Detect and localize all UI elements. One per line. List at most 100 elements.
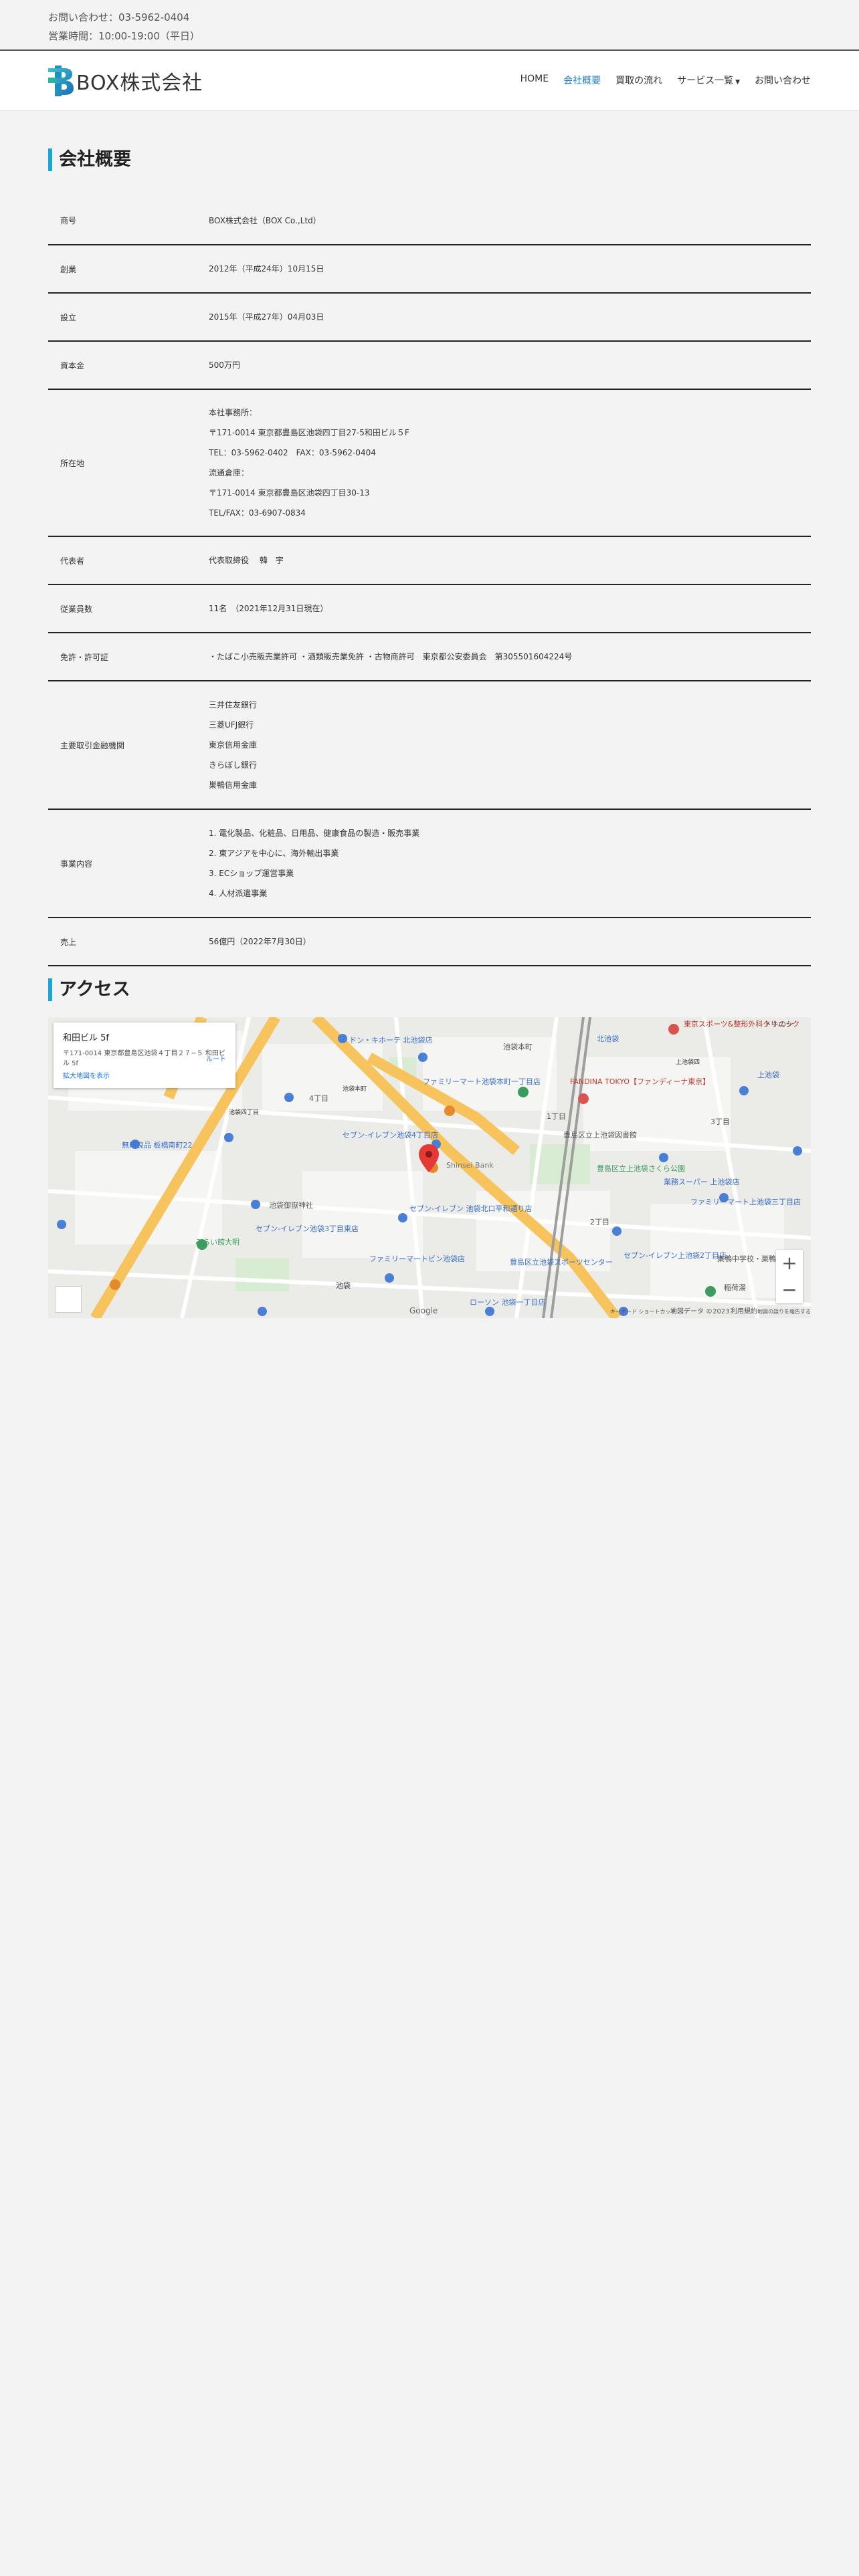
map-label: 池袋御嶽神社	[269, 1200, 313, 1210]
map-label: 豊島区立上池袋さくら公園	[597, 1164, 685, 1173]
map-label: 無印良品 板橋南町22	[122, 1140, 193, 1150]
map-label: ローソン 池袋一丁目店	[470, 1297, 546, 1307]
table-row: 事業内容 1. 電化製品、化粧品、日用品、健康食品の製造・販売事業 2. 東アジ…	[48, 809, 811, 918]
value-line: 2012年（平成24年）10月15日	[209, 264, 324, 274]
row-value: BOX株式会社（BOX Co.,Ltd）	[197, 197, 811, 245]
value-line: 代表取締役 韓 宇	[209, 556, 284, 565]
route-link[interactable]: ルート	[206, 1053, 226, 1063]
contact-phone: お問い合わせ：03-5962-0404	[48, 11, 190, 23]
row-label: 免許・許可証	[48, 633, 197, 681]
value-line: 2. 東アジアを中心に、海外輸出事業	[209, 849, 339, 858]
map-info-box: 和田ビル 5f 〒171-0014 東京都豊島区池袋４丁目２７−５ 和田ビル 5…	[54, 1023, 235, 1088]
nav-contact[interactable]: お問い合わせ	[755, 74, 811, 87]
map-label: 池袋本町	[503, 1042, 533, 1051]
nav-services-label: サービス一覧	[677, 76, 734, 86]
table-row: 商号 BOX株式会社（BOX Co.,Ltd）	[48, 197, 811, 245]
nav-flow[interactable]: 買取の流れ	[615, 74, 662, 87]
row-label: 所在地	[48, 389, 197, 537]
table-row: 所在地 本社事務所： 〒171-0014 東京都豊島区池袋四丁目27-5和田ビル…	[48, 389, 811, 537]
table-row: 売上 56億円（2022年7月30日）	[48, 918, 811, 966]
row-value: 2015年（平成27年）04月03日	[197, 293, 811, 342]
value-line: 三井住友銀行	[209, 700, 258, 710]
value-line: きらぼし銀行	[209, 760, 258, 770]
value-line: TEL：03-5962-0402 FAX：03-5962-0404	[209, 448, 376, 457]
site-logo[interactable]: BOX株式会社	[48, 66, 203, 96]
value-line: 巣鴨信用金庫	[209, 780, 258, 790]
row-label: 売上	[48, 918, 197, 966]
map-label: 池袋本町	[343, 1085, 367, 1093]
map-label: ドン・キホーテ 北池袋店	[349, 1035, 433, 1045]
top-info-bar: お問い合わせ：03-5962-0404 営業時間：10:00-19:00（平日）	[0, 0, 859, 51]
row-value: 500万円	[197, 341, 811, 390]
value-line: 56億円（2022年7月30日）	[209, 937, 311, 946]
nav-services[interactable]: サービス一覧 ▼	[677, 74, 740, 87]
row-value: 三井住友銀行 三菱UFJ銀行 東京信用金庫 きらぼし銀行 巣鴨信用金庫	[197, 681, 811, 810]
value-line: 1. 電化製品、化粧品、日用品、健康食品の製造・販売事業	[209, 829, 420, 838]
nav-company[interactable]: 会社概要	[563, 74, 601, 87]
value-line: 3. ECショップ運営事業	[209, 869, 294, 878]
map-attribution: 地図データ ©2023	[670, 1308, 730, 1315]
value-line: ・たばこ小売販売業許可 ・酒類販売業免許 ・古物商許可 東京都公安委員会 第30…	[209, 652, 573, 661]
logo-mark-icon	[48, 66, 74, 96]
map-label: 稲荷湯	[724, 1283, 746, 1292]
view-larger-map-link[interactable]: 拡大地図を表示	[63, 1070, 110, 1080]
map-label: 上池袋四	[676, 1058, 700, 1066]
logo-text: BOX株式会社	[76, 72, 203, 95]
value-line: 11名 （2021年12月31日現在）	[209, 604, 328, 613]
row-label: 主要取引金融機関	[48, 681, 197, 810]
map-label: Shinsei Bank	[446, 1161, 494, 1170]
row-label: 創業	[48, 245, 197, 294]
map-label: 池袋	[336, 1281, 351, 1290]
value-line: TEL/FAX：03-6907-0834	[209, 508, 306, 518]
map-label: 1丁目	[547, 1112, 566, 1121]
row-label: 資本金	[48, 341, 197, 390]
map-label: セブン-イレブン上池袋2丁目店	[624, 1251, 727, 1260]
row-value: 本社事務所： 〒171-0014 東京都豊島区池袋四丁目27-5和田ビル５F T…	[197, 389, 811, 537]
value-line: 本社事務所：	[209, 408, 258, 417]
street-view-pegman-icon[interactable]	[55, 1286, 82, 1313]
value-line: 〒171-0014 東京都豊島区池袋四丁目27-5和田ビル５F	[209, 428, 409, 437]
keyboard-shortcuts-link[interactable]: キーボード ショートカット	[610, 1308, 676, 1315]
row-label: 商号	[48, 197, 197, 245]
table-row: 主要取引金融機関 三井住友銀行 三菱UFJ銀行 東京信用金庫 きらぼし銀行 巣鴨…	[48, 681, 811, 810]
map-terms-link[interactable]: 利用規約	[731, 1305, 757, 1315]
access-title: アクセス	[48, 978, 811, 1001]
map-label: 豊島区立上池袋図書館	[563, 1130, 637, 1140]
row-value: 1. 電化製品、化粧品、日用品、健康食品の製造・販売事業 2. 東アジアを中心に…	[197, 809, 811, 918]
row-value: 11名 （2021年12月31日現在）	[197, 584, 811, 633]
business-hours: 営業時間：10:00-19:00（平日）	[48, 30, 200, 42]
value-line: 500万円	[209, 360, 240, 370]
value-line: 2015年（平成27年）04月03日	[209, 312, 324, 322]
value-line: BOX株式会社（BOX Co.,Ltd）	[209, 215, 321, 225]
map-label: セブン-イレブン池袋4丁目店	[343, 1130, 438, 1140]
google-map[interactable]: ドン・キホーテ 北池袋店 池袋本町 北池袋 東京スポーツ&整形外科クリニック ト…	[48, 1017, 811, 1318]
zoom-out-button[interactable]: −	[776, 1277, 803, 1303]
info-address: 〒171-0014 東京都豊島区池袋４丁目２７−５ 和田ビル 5f	[63, 1050, 225, 1067]
row-value: 代表取締役 韓 宇	[197, 536, 811, 585]
report-error-link[interactable]: 地図の誤りを報告する	[757, 1308, 811, 1315]
table-row: 従業員数 11名 （2021年12月31日現在）	[48, 584, 811, 633]
nav-home[interactable]: HOME	[520, 74, 549, 87]
map-label: 2丁目	[590, 1218, 609, 1226]
map-label: 業務スーパー 上池袋店	[664, 1177, 739, 1186]
map-label: ファミリーマートビン池袋店	[369, 1254, 465, 1263]
map-label: ファミリーマート池袋本町一丁目店	[423, 1077, 541, 1086]
zoom-in-button[interactable]: +	[776, 1250, 803, 1277]
table-row: 免許・許可証 ・たばこ小売販売業許可 ・酒類販売業免許 ・古物商許可 東京都公安…	[48, 633, 811, 681]
value-line: 4. 人材派遣事業	[209, 889, 268, 898]
map-label: 池袋四丁目	[229, 1108, 259, 1116]
table-row: 創業 2012年（平成24年）10月15日	[48, 245, 811, 294]
map-label: 豊島区立池袋スポーツセンター	[510, 1257, 613, 1267]
site-header: BOX株式会社 HOME 会社概要 買取の流れ サービス一覧 ▼ お問い合わせ	[0, 51, 859, 111]
info-title: 和田ビル 5f	[63, 1033, 109, 1043]
row-value: 56億円（2022年7月30日）	[197, 918, 811, 966]
zoom-controls: + −	[776, 1250, 803, 1303]
value-line: 流通倉庫：	[209, 468, 250, 477]
google-logo: Google	[409, 1306, 438, 1315]
chevron-down-icon: ▼	[735, 79, 740, 86]
map-label: 4丁目	[309, 1094, 328, 1103]
map-label: 上池袋	[757, 1070, 779, 1079]
value-line: 三菱UFJ銀行	[209, 720, 254, 730]
map-label: トキのシ	[764, 1020, 793, 1029]
map-label: 3丁目	[710, 1117, 730, 1126]
